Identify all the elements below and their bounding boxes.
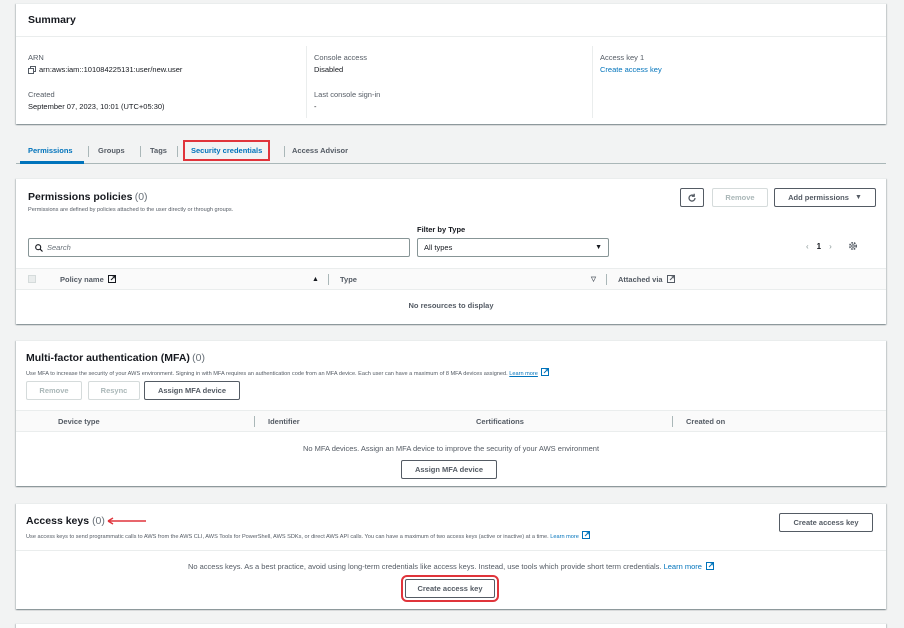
caret-down-icon: ▼ — [595, 244, 602, 251]
select-all-checkbox[interactable] — [28, 275, 36, 283]
search-placeholder: Search — [47, 243, 71, 252]
col-identifier[interactable]: Identifier — [268, 417, 300, 426]
mfa-count: (0) — [192, 352, 205, 364]
mfa-description: Use MFA to increase the security of your… — [26, 368, 550, 377]
remove-policy-button[interactable]: Remove — [712, 188, 768, 207]
page-number[interactable]: 1 — [817, 242, 821, 251]
tab-groups[interactable]: Groups — [98, 146, 125, 155]
col-policy-name[interactable]: Policy name — [60, 274, 116, 284]
console-access-value: Disabled — [314, 65, 344, 74]
access-key-label: Access key 1 — [600, 53, 645, 62]
created-value: September 07, 2023, 10:01 (UTC+05:30) — [28, 102, 165, 111]
tab-separator — [88, 146, 89, 157]
external-link-icon — [107, 274, 116, 283]
filter-type-select[interactable]: All types ▼ — [417, 238, 609, 257]
tab-separator — [140, 146, 141, 157]
col-device-type[interactable]: Device type — [58, 417, 100, 426]
permissions-panel: Permissions policies (0) Permissions are… — [16, 178, 886, 324]
col-created-on[interactable]: Created on — [686, 417, 725, 426]
access-keys-description: Use access keys to send programmatic cal… — [26, 531, 591, 540]
mfa-learn-more-link[interactable]: Learn more — [509, 371, 538, 377]
prev-page-icon[interactable]: ‹ — [806, 242, 809, 251]
external-link-icon — [666, 274, 675, 283]
col-attached-via[interactable]: Attached via — [618, 274, 675, 284]
assign-mfa-center-button[interactable]: Assign MFA device — [401, 460, 497, 479]
permissions-table-header: Policy name ▲ Type ▽ Attached via — [16, 268, 886, 290]
tab-access-advisor[interactable]: Access Advisor — [292, 146, 348, 155]
access-keys-empty-learn-more-link[interactable]: Learn more — [664, 562, 702, 571]
access-keys-count: (0) — [92, 515, 105, 527]
assign-mfa-button[interactable]: Assign MFA device — [144, 381, 240, 400]
permissions-description: Permissions are defined by policies atta… — [28, 207, 234, 213]
created-label: Created — [28, 90, 55, 99]
console-access-label: Console access — [314, 53, 367, 62]
create-access-key-link[interactable]: Create access key — [600, 65, 662, 74]
refresh-button[interactable] — [680, 188, 704, 207]
mfa-resync-button[interactable]: Resync — [88, 381, 140, 400]
annotation-arrow-icon — [107, 517, 146, 525]
sort-icon[interactable]: ▽ — [591, 275, 596, 283]
sort-ascending-icon[interactable]: ▲ — [312, 276, 319, 283]
filter-by-type-label: Filter by Type — [417, 225, 466, 234]
divider — [592, 46, 593, 118]
mfa-table-header: Device type Identifier Certifications Cr… — [16, 410, 886, 432]
divider — [16, 550, 886, 551]
tab-separator — [177, 146, 178, 157]
mfa-panel: Multi-factor authentication (MFA) (0) Us… — [16, 340, 886, 486]
policy-search-input[interactable]: Search — [28, 238, 410, 257]
col-separator — [606, 273, 607, 285]
caret-down-icon: ▼ — [854, 194, 862, 201]
tab-separator — [284, 146, 285, 157]
access-keys-panel: Access keys (0) Use access keys to send … — [16, 503, 886, 609]
tab-permissions-underline — [20, 161, 84, 164]
divider — [306, 46, 307, 118]
search-icon — [35, 243, 43, 252]
pagination: ‹ 1 › — [806, 241, 858, 251]
access-keys-title: Access keys — [26, 515, 90, 527]
permissions-empty-state: No resources to display — [408, 301, 494, 310]
tab-tags[interactable]: Tags — [150, 146, 167, 155]
permissions-count: (0) — [134, 191, 148, 203]
create-access-key-center-button[interactable]: Create access key — [401, 575, 499, 602]
col-certifications[interactable]: Certifications — [476, 417, 524, 426]
col-separator — [328, 273, 329, 285]
summary-title: Summary — [28, 14, 76, 26]
arn-value: arn:aws:iam::101084225131:user/new.user — [39, 65, 183, 74]
arn-label: ARN — [28, 53, 44, 62]
external-link-icon — [706, 562, 715, 570]
summary-panel: Summary ARN arn:aws:iam::101084225131:us… — [16, 3, 886, 124]
add-permissions-button[interactable]: Add permissions ▼ — [774, 188, 876, 207]
mfa-title: Multi-factor authentication (MFA) — [26, 352, 190, 364]
tab-permissions[interactable]: Permissions — [28, 146, 73, 155]
refresh-icon — [688, 193, 696, 202]
last-signin-label: Last console sign-in — [314, 90, 381, 99]
mfa-empty-state: No MFA devices. Assign an MFA device to … — [302, 444, 600, 453]
filter-type-value: All types — [424, 243, 453, 252]
col-type[interactable]: Type — [340, 275, 357, 284]
mfa-remove-button[interactable]: Remove — [26, 381, 82, 400]
next-page-icon[interactable]: › — [829, 242, 832, 251]
col-separator — [254, 415, 255, 427]
next-panel-edge — [16, 623, 886, 628]
settings-gear-icon[interactable] — [848, 241, 858, 251]
permissions-title: Permissions policies — [28, 191, 133, 203]
access-keys-empty-state: No access keys. As a best practice, avoi… — [16, 562, 886, 571]
col-separator — [672, 415, 673, 427]
tab-bar: Permissions Groups Tags Security credent… — [16, 138, 886, 164]
access-keys-learn-more-link[interactable]: Learn more — [550, 534, 579, 540]
last-signin-value: - — [314, 102, 317, 111]
external-link-icon — [582, 531, 591, 539]
create-access-key-button[interactable]: Create access key — [779, 513, 873, 532]
external-link-icon — [541, 368, 550, 376]
tab-security-credentials[interactable]: Security credentials — [182, 140, 271, 161]
copy-icon[interactable] — [28, 65, 36, 74]
